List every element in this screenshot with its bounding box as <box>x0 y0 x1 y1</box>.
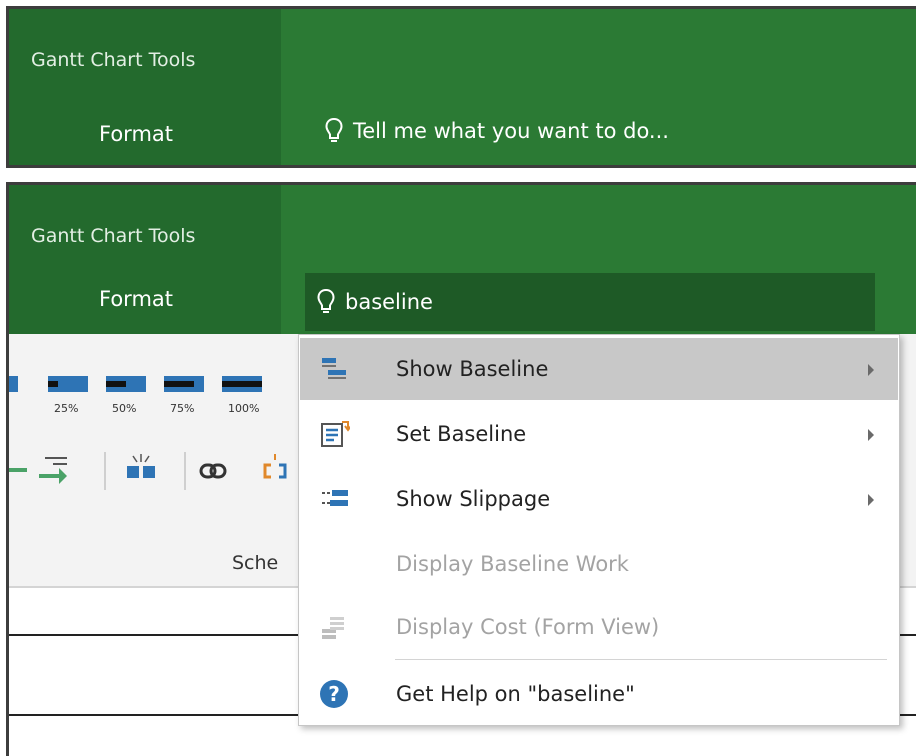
menu-item-display-cost-form-view: Display Cost (Form View) <box>300 596 898 658</box>
percent-fill <box>164 381 194 387</box>
menu-item-label: Show Slippage <box>396 487 551 511</box>
show-slippage-icon <box>320 485 350 513</box>
lightbulb-icon <box>325 117 343 142</box>
gantt-chart-tools-context: Gantt Chart Tools Format <box>9 9 281 165</box>
percent-complete-label: 25% <box>54 402 79 415</box>
percent-complete-label: 75% <box>170 402 195 415</box>
tell-me-placeholder: Tell me what you want to do... <box>353 119 669 143</box>
frame-left-border <box>6 334 9 756</box>
percent-fill <box>48 381 58 387</box>
percent-fill <box>106 381 126 387</box>
menu-item-show-slippage[interactable]: Show Slippage <box>300 468 898 530</box>
ribbon-group-label: Sche <box>232 552 279 574</box>
split-task-icon[interactable] <box>127 454 155 478</box>
tell-me-results-dropdown: Show Baseline Set Baseline Show Slippage Di… <box>298 334 900 726</box>
percent-complete-label: 100% <box>228 402 260 415</box>
set-baseline-icon <box>320 420 352 448</box>
menu-item-label: Show Baseline <box>396 357 549 381</box>
menu-item-set-baseline[interactable]: Set Baseline <box>300 403 898 465</box>
percent-complete-25-button[interactable] <box>48 376 88 392</box>
gantt-chart-tools-context: Gantt Chart Tools Format <box>9 185 281 334</box>
help-icon: ? <box>320 680 350 708</box>
unlink-tasks-icon[interactable] <box>263 454 287 479</box>
tell-me-box[interactable]: Tell me what you want to do... <box>325 117 669 145</box>
title-bar-search: Gantt Chart Tools Format baseline <box>6 182 916 334</box>
link-tasks-icon[interactable] <box>199 463 227 479</box>
title-bar-default: Gantt Chart Tools Format Tell me what yo… <box>6 6 916 168</box>
percent-complete-50-button[interactable] <box>106 376 146 392</box>
search-value: baseline <box>345 290 433 314</box>
outdent-icon[interactable] <box>9 462 27 478</box>
lightbulb-icon <box>317 288 335 313</box>
context-tab-title: Gantt Chart Tools <box>31 49 196 71</box>
percent-complete-75-button[interactable] <box>164 376 204 392</box>
display-cost-icon <box>320 613 350 641</box>
indent-icon[interactable] <box>39 457 67 484</box>
tab-format[interactable]: Format <box>99 122 173 146</box>
schedule-icons-row <box>9 452 287 490</box>
percent-complete-label: 50% <box>112 402 137 415</box>
menu-item-label: Display Baseline Work <box>396 552 629 576</box>
menu-item-get-help-on-baseline[interactable]: ? Get Help on "baseline" <box>300 663 898 725</box>
menu-item-display-baseline-work: Display Baseline Work <box>300 533 898 595</box>
show-baseline-icon <box>320 355 350 383</box>
menu-item-label: Set Baseline <box>396 422 527 446</box>
context-tab-title: Gantt Chart Tools <box>31 225 196 247</box>
submenu-arrow-icon <box>868 429 874 441</box>
menu-item-label: Display Cost (Form View) <box>396 615 660 639</box>
tell-me-search-input[interactable]: baseline <box>305 273 875 331</box>
percent-complete-100-button[interactable] <box>222 376 262 392</box>
menu-item-label: Get Help on "baseline" <box>396 682 635 706</box>
submenu-arrow-icon <box>868 494 874 506</box>
submenu-arrow-icon <box>868 364 874 376</box>
menu-separator <box>395 659 887 660</box>
tab-format[interactable]: Format <box>99 287 173 311</box>
percent-fill <box>222 381 262 387</box>
menu-item-show-baseline[interactable]: Show Baseline <box>300 338 898 400</box>
